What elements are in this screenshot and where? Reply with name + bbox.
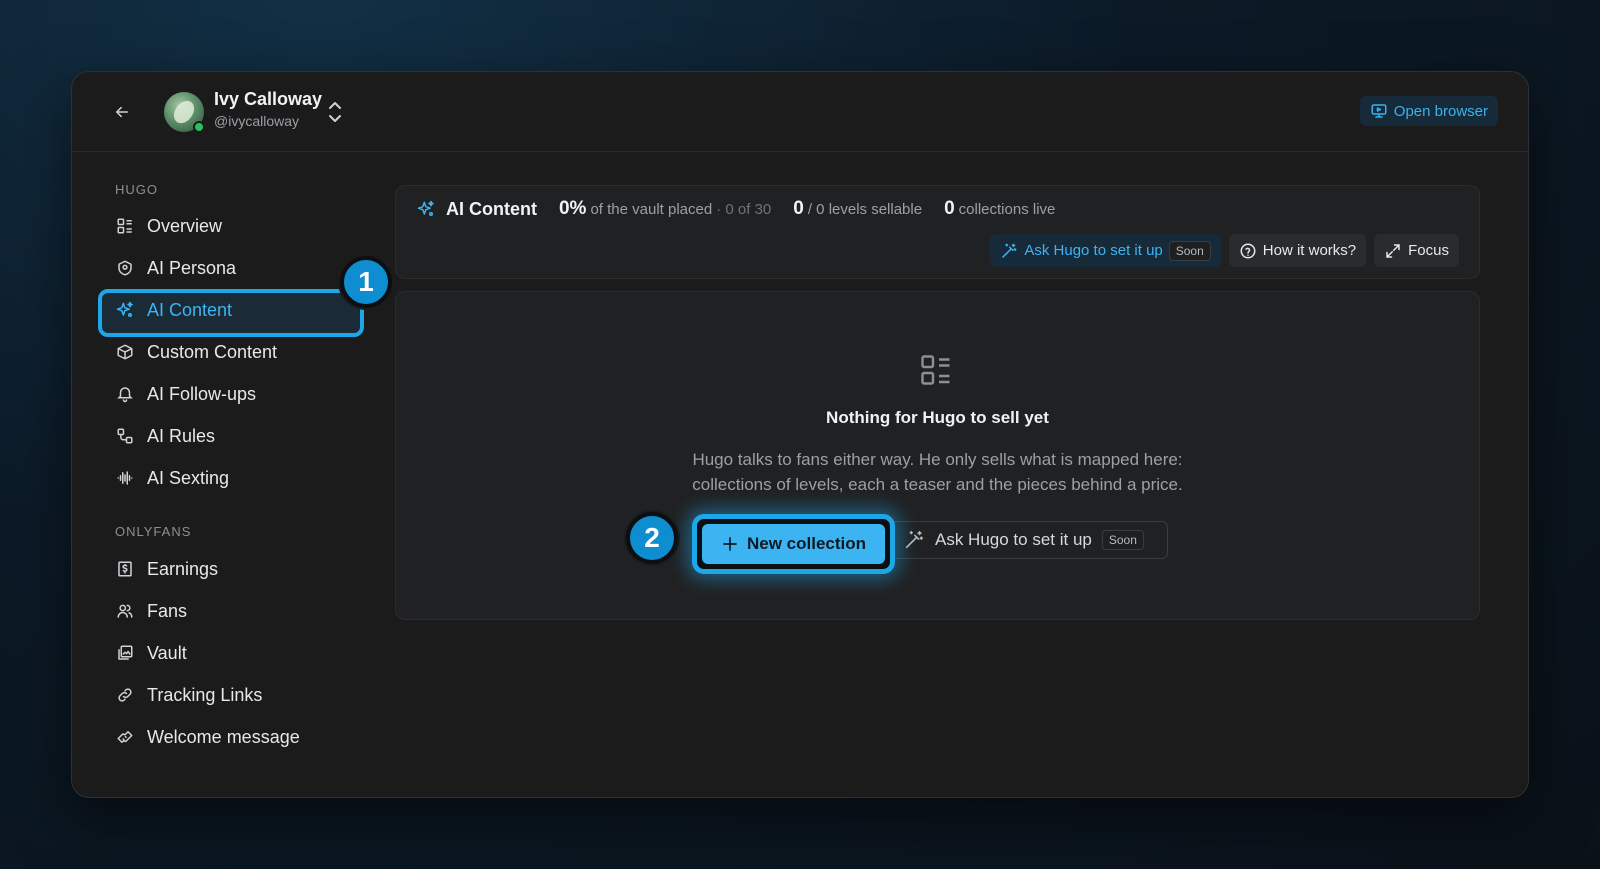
sidebar-item-label: Vault — [147, 642, 187, 663]
stats-actions: Ask Hugo to set it up Soon How it works?… — [990, 234, 1459, 267]
sidebar-item-label: Custom Content — [147, 341, 278, 362]
levels-value: 0 — [793, 198, 804, 219]
sparkles-icon — [417, 200, 434, 216]
sidebar-item-fans[interactable]: Fans — [115, 594, 355, 628]
box-icon — [115, 342, 135, 362]
sparkles-icon — [115, 300, 135, 320]
collections-label: collections live — [958, 201, 1056, 218]
open-browser-button[interactable]: Open browser — [1359, 96, 1498, 126]
ask-hugo-secondary-label: Ask Hugo to set it up — [935, 530, 1092, 549]
user-handle: @ivycalloway — [214, 113, 300, 129]
sidebar-item-label: AI Follow-ups — [147, 383, 257, 404]
sidebar-item-label: AI Sexting — [147, 467, 230, 488]
new-collection-button[interactable]: New collection — [702, 524, 885, 564]
focus-button[interactable]: Focus — [1374, 234, 1459, 267]
how-it-works-label: How it works? — [1262, 242, 1357, 259]
empty-state-description-line2: collections of levels, each a teaser and… — [692, 475, 1183, 494]
stats-title: AI Content — [446, 198, 537, 219]
back-arrow-icon[interactable] — [110, 100, 134, 124]
new-collection-label: New collection — [746, 534, 867, 553]
sidebar-section-hugo: HUGO — [115, 182, 158, 197]
ai-content-stats-card: AI Content 0% of the vault placed · 0 of… — [395, 185, 1480, 279]
stats-row: AI Content 0% of the vault placed · 0 of… — [416, 198, 1067, 220]
sidebar-item-label: Welcome message — [147, 726, 300, 747]
sidebar-item-ai-persona[interactable]: AI Persona — [115, 251, 355, 285]
sidebar-item-welcome-message[interactable]: Welcome message — [115, 720, 355, 754]
overview-icon — [115, 216, 135, 236]
sidebar-item-label: Overview — [147, 215, 223, 236]
magic-wand-icon — [905, 530, 924, 549]
vault-placed-stat: 0% of the vault placed · 0 of 30 — [559, 198, 771, 220]
empty-state-description-line1: Hugo talks to fans either way. He only s… — [692, 450, 1183, 469]
vault-icon — [115, 643, 135, 663]
collections-live-stat: 0 collections live — [944, 198, 1055, 220]
persona-icon — [115, 258, 135, 278]
sidebar-item-vault[interactable]: Vault — [115, 636, 355, 670]
ask-hugo-label: Ask Hugo to set it up — [1024, 242, 1163, 259]
step-badge-2: 2 — [626, 512, 678, 564]
sidebar-item-label: Tracking Links — [147, 684, 263, 705]
bell-icon — [115, 384, 135, 404]
sidebar: HUGO Overview AI Persona AI Content Cust… — [72, 152, 392, 797]
step-badge-1: 1 — [340, 256, 392, 308]
levels-label: / 0 levels sellable — [807, 201, 923, 218]
users-icon — [115, 601, 135, 621]
collections-value: 0 — [944, 198, 955, 219]
new-collection-highlight: New collection — [692, 514, 895, 574]
soon-badge: Soon — [1101, 530, 1144, 550]
how-it-works-button[interactable]: How it works? — [1228, 234, 1367, 267]
sidebar-item-label: AI Rules — [147, 425, 216, 446]
sidebar-item-custom-content[interactable]: Custom Content — [115, 335, 355, 369]
rules-icon — [115, 426, 135, 446]
vault-pct-label: of the vault placed — [590, 201, 713, 218]
sidebar-item-tracking-links[interactable]: Tracking Links — [115, 678, 355, 712]
empty-state-title: Nothing for Hugo to sell yet — [826, 408, 1049, 427]
list-grid-icon — [918, 352, 954, 388]
empty-state-description: Hugo talks to fans either way. He only s… — [396, 447, 1479, 497]
vault-pct-value: 0% — [558, 198, 587, 219]
sidebar-item-ai-sexting[interactable]: AI Sexting — [115, 461, 355, 495]
sidebar-item-ai-follow-ups[interactable]: AI Follow-ups — [115, 377, 355, 411]
magic-wand-icon — [1002, 243, 1017, 258]
app-window: Ivy Calloway @ivycalloway Open browser H… — [71, 71, 1529, 798]
sidebar-item-label: AI Persona — [147, 257, 237, 278]
sidebar-item-ai-content[interactable]: AI Content — [115, 293, 355, 327]
online-status-dot — [193, 121, 205, 133]
sidebar-item-overview[interactable]: Overview — [115, 209, 355, 243]
sidebar-section-onlyfans: ONLYFANS — [115, 524, 192, 539]
user-name: Ivy Calloway — [214, 89, 323, 109]
handshake-icon — [115, 727, 135, 747]
empty-state-card: Nothing for Hugo to sell yet Hugo talks … — [395, 291, 1480, 620]
top-bar: Ivy Calloway @ivycalloway Open browser — [72, 72, 1528, 152]
link-icon — [115, 685, 135, 705]
focus-label: Focus — [1408, 242, 1449, 259]
waveform-icon — [115, 468, 135, 488]
sidebar-item-label: Earnings — [147, 558, 219, 579]
plus-icon — [723, 537, 737, 551]
vault-pct-detail: · 0 of 30 — [716, 201, 772, 218]
account-switcher-icon[interactable] — [326, 99, 344, 125]
dollar-icon — [115, 559, 135, 579]
sidebar-item-label: Fans — [147, 600, 188, 621]
open-browser-label: Open browser — [1393, 102, 1488, 120]
sidebar-item-label: AI Content — [147, 299, 233, 320]
help-circle-icon — [1240, 243, 1256, 258]
soon-badge: Soon — [1168, 240, 1211, 261]
expand-icon — [1386, 243, 1400, 258]
monitor-icon — [1371, 104, 1387, 118]
ask-hugo-setup-button[interactable]: Ask Hugo to set it up Soon — [990, 234, 1221, 267]
sidebar-item-earnings[interactable]: Earnings — [115, 552, 355, 586]
sidebar-item-ai-rules[interactable]: AI Rules — [115, 419, 355, 453]
ask-hugo-setup-secondary-button[interactable]: Ask Hugo to set it up Soon — [893, 521, 1168, 559]
levels-sellable-stat: 0 / 0 levels sellable — [793, 198, 922, 220]
